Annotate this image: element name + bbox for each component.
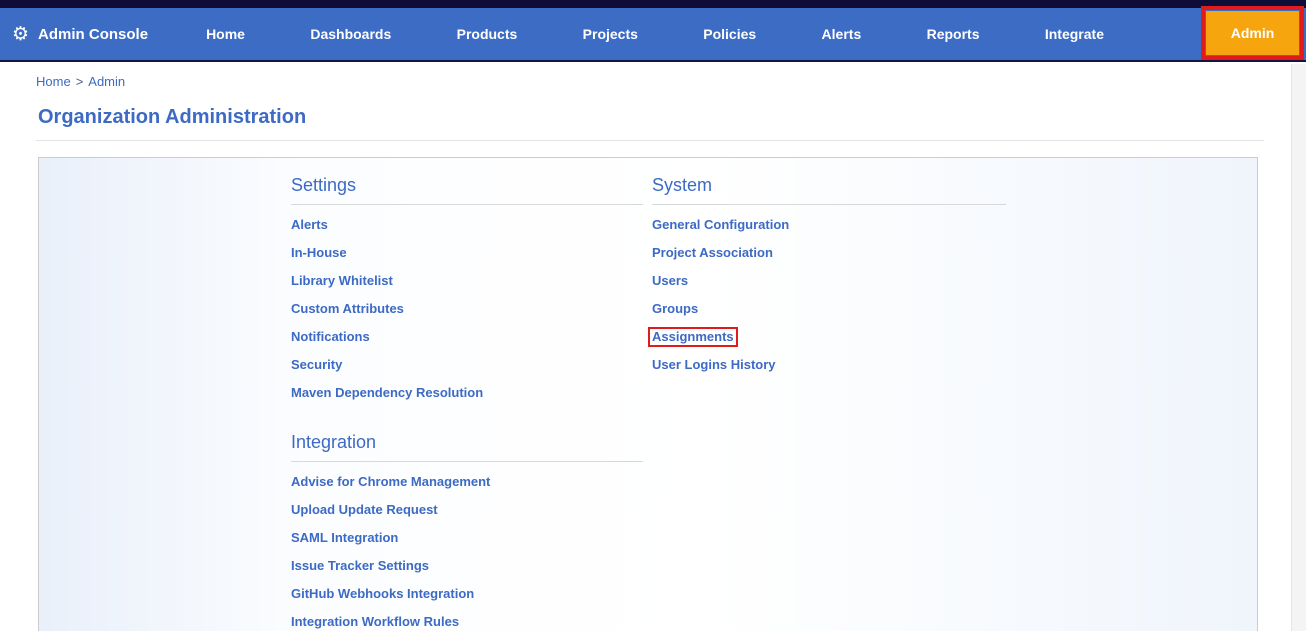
link-in-house[interactable]: In-House: [291, 245, 347, 260]
list-item: Assignments: [648, 323, 1006, 351]
list-item: User Logins History: [652, 351, 1006, 379]
breadcrumb-item-admin[interactable]: Admin: [88, 74, 125, 89]
main-navbar: ⚙︎ Admin Console Home Dashboards Product…: [0, 6, 1306, 62]
list-item: GitHub Webhooks Integration: [291, 580, 643, 608]
breadcrumb-separator: >: [75, 74, 84, 89]
nav-item-policies[interactable]: Policies: [703, 26, 756, 42]
list-item: Users: [652, 267, 1006, 295]
title-divider: [36, 140, 1264, 141]
link-users[interactable]: Users: [652, 273, 688, 288]
section-title-system: System: [652, 174, 1006, 205]
section-link-list: Advise for Chrome Management Upload Upda…: [291, 468, 643, 631]
section-link-list: Alerts In-House Library Whitelist Custom…: [291, 211, 643, 407]
admin-panel: Settings Alerts In-House Library Whiteli…: [38, 157, 1258, 631]
breadcrumb: Home > Admin: [36, 74, 1306, 89]
list-item: General Configuration: [652, 211, 1006, 239]
list-item: Maven Dependency Resolution: [291, 379, 643, 407]
annotation-box-admin: Admin: [1201, 6, 1304, 60]
link-integration-workflow-rules[interactable]: Integration Workflow Rules: [291, 614, 459, 629]
nav-item-admin[interactable]: Admin: [1206, 11, 1299, 55]
link-general-configuration[interactable]: General Configuration: [652, 217, 789, 232]
nav-item-alerts[interactable]: Alerts: [822, 26, 862, 42]
nav-item-dashboards[interactable]: Dashboards: [310, 26, 391, 42]
panel-column-right: System General Configuration Project Ass…: [648, 174, 1006, 631]
list-item: Advise for Chrome Management: [291, 468, 643, 496]
link-issue-tracker-settings[interactable]: Issue Tracker Settings: [291, 558, 429, 573]
link-library-whitelist[interactable]: Library Whitelist: [291, 273, 393, 288]
list-item: Security: [291, 351, 643, 379]
top-window-strip: [0, 0, 1306, 8]
link-assignments[interactable]: Assignments: [648, 327, 738, 347]
page-title: Organization Administration: [38, 106, 307, 128]
list-item: SAML Integration: [291, 524, 643, 552]
nav-item-products[interactable]: Products: [457, 26, 518, 42]
list-item: Alerts: [291, 211, 643, 239]
section-settings: Settings Alerts In-House Library Whiteli…: [291, 174, 643, 407]
link-security[interactable]: Security: [291, 357, 342, 372]
link-advise-for-chrome-management[interactable]: Advise for Chrome Management: [291, 474, 490, 489]
list-item: In-House: [291, 239, 643, 267]
nav-item-projects[interactable]: Projects: [583, 26, 638, 42]
link-notifications[interactable]: Notifications: [291, 329, 370, 344]
section-system: System General Configuration Project Ass…: [648, 174, 1006, 379]
section-integration: Integration Advise for Chrome Management…: [291, 431, 643, 631]
list-item: Integration Workflow Rules: [291, 608, 643, 631]
link-project-association[interactable]: Project Association: [652, 245, 773, 260]
nav-items: Home Dashboards Products Projects Polici…: [206, 26, 1104, 42]
section-title-integration: Integration: [291, 431, 643, 462]
section-title-settings: Settings: [291, 174, 643, 205]
link-user-logins-history[interactable]: User Logins History: [652, 357, 776, 372]
link-upload-update-request[interactable]: Upload Update Request: [291, 502, 438, 517]
list-item: Issue Tracker Settings: [291, 552, 643, 580]
nav-item-integrate[interactable]: Integrate: [1045, 26, 1104, 42]
list-item: Upload Update Request: [291, 496, 643, 524]
nav-item-reports[interactable]: Reports: [927, 26, 980, 42]
breadcrumb-item-home[interactable]: Home: [36, 74, 71, 89]
gear-icon: ⚙︎: [12, 23, 30, 45]
brand-admin-console[interactable]: ⚙︎ Admin Console: [12, 25, 148, 44]
scrollbar-track[interactable]: [1291, 64, 1306, 631]
list-item: Groups: [652, 295, 1006, 323]
panel-column-left: Settings Alerts In-House Library Whiteli…: [291, 174, 643, 631]
list-item: Library Whitelist: [291, 267, 643, 295]
link-custom-attributes[interactable]: Custom Attributes: [291, 301, 404, 316]
brand-label: Admin Console: [38, 25, 149, 43]
list-item: Notifications: [291, 323, 643, 351]
link-github-webhooks-integration[interactable]: GitHub Webhooks Integration: [291, 586, 474, 601]
list-item: Custom Attributes: [291, 295, 643, 323]
link-saml-integration[interactable]: SAML Integration: [291, 530, 398, 545]
nav-item-home[interactable]: Home: [206, 26, 245, 42]
list-item: Project Association: [652, 239, 1006, 267]
link-groups[interactable]: Groups: [652, 301, 698, 316]
section-link-list: General Configuration Project Associatio…: [648, 211, 1006, 379]
link-maven-dependency-resolution[interactable]: Maven Dependency Resolution: [291, 385, 483, 400]
link-alerts[interactable]: Alerts: [291, 217, 328, 232]
